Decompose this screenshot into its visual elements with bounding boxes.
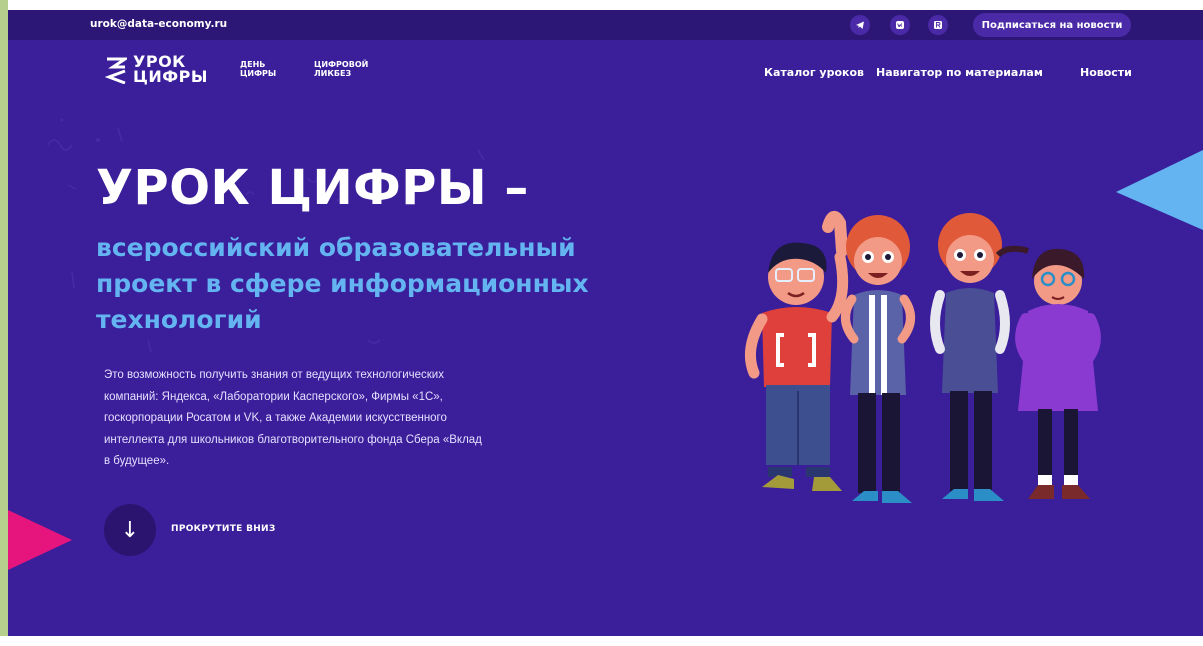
landing-page: urok@data-economy.ru Подписаться на ново… [8,10,1203,636]
hero-description: Это возможность получить знания от ведущ… [104,369,482,467]
pink-triangle-decoration [8,510,72,570]
urok-cifry-logo[interactable]: УРОК ЦИФРЫ [105,54,208,86]
arrow-down-icon: ↓ [120,517,140,543]
logo-mark-icon [105,57,127,84]
hero-title: УРОК ЦИФРЫ – [96,160,529,216]
r-icon[interactable] [928,15,948,35]
left-edge-stripe [0,0,8,646]
vk-icon[interactable] [890,15,910,35]
contact-email-link[interactable]: urok@data-economy.ru [90,18,227,30]
nav-news[interactable]: Новости [1080,66,1132,79]
bottom-margin [0,636,1203,646]
logo-line-2: ЦИФРЫ [133,67,208,86]
kid-red-hair-2 [930,213,1010,501]
page-frame: urok@data-economy.ru Подписаться на ново… [0,0,1203,646]
cifrovoy-likbez-logo[interactable]: ЦИФРОВОЙ ЛИКБЕЗ [314,60,368,78]
nav-lesson-catalog[interactable]: Каталог уроков [764,66,864,79]
top-bar: urok@data-economy.ru Подписаться на ново… [8,10,1203,40]
kid-red-shirt [744,211,849,491]
kid-purple-hoodie [995,245,1101,499]
subscribe-news-button[interactable]: Подписаться на новости [973,13,1131,37]
hero-subtitle: всероссийский образовательный проект в с… [96,233,589,334]
nav-materials-navigator[interactable]: Навигатор по материалам [876,66,1043,79]
blue-triangle-decoration [1116,150,1203,230]
kids-illustration [744,211,1101,503]
kid-red-hair-1 [841,215,915,503]
scroll-down-button[interactable]: ↓ [104,504,156,556]
telegram-icon[interactable] [850,15,870,35]
den-cifry-logo[interactable]: ДЕНЬ ЦИФРЫ [240,60,276,78]
scroll-down-label[interactable]: ПРОКРУТИТЕ ВНИЗ [171,524,276,534]
